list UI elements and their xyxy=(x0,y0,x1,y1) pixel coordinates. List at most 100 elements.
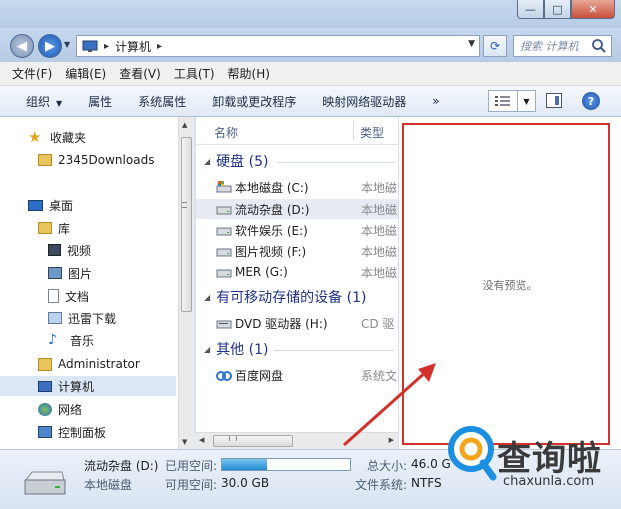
nav-libraries[interactable]: 库 xyxy=(38,218,70,238)
group-other[interactable]: ◢ 其他 (1) xyxy=(204,339,268,359)
group-removable[interactable]: ◢ 有可移动存储的设备 (1) xyxy=(204,287,366,307)
scrollbar-grip xyxy=(229,436,237,441)
forward-button[interactable]: ▶ xyxy=(38,34,62,58)
menu-help[interactable]: 帮助(H) xyxy=(228,65,270,82)
column-divider[interactable] xyxy=(353,121,354,141)
nav-administrator[interactable]: Administrator xyxy=(38,354,140,374)
nav-videos[interactable]: 视频 xyxy=(48,240,91,260)
scroll-down-icon[interactable]: ▼ xyxy=(182,438,187,446)
scrollbar-thumb[interactable] xyxy=(213,435,293,447)
change-view-button[interactable] xyxy=(488,90,518,112)
group-divider xyxy=(278,162,394,163)
menu-bar: 文件(F) 编辑(E) 查看(V) 工具(T) 帮助(H) xyxy=(0,62,621,86)
scroll-up-icon[interactable]: ▲ xyxy=(182,121,187,129)
folder-icon xyxy=(38,154,52,166)
organize-button[interactable]: 组织 ▼ xyxy=(26,93,62,110)
drive-type: 本地磁 xyxy=(361,202,398,217)
breadcrumb-computer[interactable]: 计算机 xyxy=(115,38,151,55)
drive-row-d[interactable]: 流动杂盘 (D:) 本地磁 xyxy=(196,199,399,219)
drive-row-h[interactable]: DVD 驱动器 (H:) CD 驱 xyxy=(196,313,399,333)
scrollbar-thumb[interactable] xyxy=(181,137,192,312)
group-divider xyxy=(274,350,394,351)
breadcrumb-chevron-icon[interactable]: ▸ xyxy=(104,41,109,52)
address-dropdown-icon[interactable]: ▼ xyxy=(468,39,475,49)
help-icon[interactable]: ? xyxy=(582,92,600,110)
address-field[interactable]: ▸ 计算机 ▸ ▼ xyxy=(76,35,480,57)
picture-icon xyxy=(48,267,62,279)
star-icon: ★ xyxy=(28,128,42,146)
nav-thunder[interactable]: 迅雷下载 xyxy=(48,308,116,328)
address-bar: ◀ ▶ ▼ ▸ 计算机 ▸ ▼ ⟳ 搜索 计算机 xyxy=(0,28,621,62)
collapse-icon[interactable]: ◢ xyxy=(204,293,210,302)
nav-computer[interactable]: 计算机 xyxy=(0,376,176,396)
nav-desktop[interactable]: 桌面 xyxy=(28,195,73,215)
drive-name: 流动杂盘 (D:) xyxy=(235,202,310,217)
search-icon[interactable] xyxy=(591,38,607,54)
refresh-button[interactable]: ⟳ xyxy=(483,35,507,57)
drive-row-f[interactable]: 图片视频 (F:) 本地磁 xyxy=(196,241,399,261)
computer-icon xyxy=(82,40,98,52)
nav-thunder-label: 迅雷下载 xyxy=(68,311,117,326)
drive-type: 本地磁 xyxy=(361,265,398,280)
drive-type: 本地磁 xyxy=(361,180,398,195)
details-view-icon xyxy=(495,96,510,106)
properties-button[interactable]: 属性 xyxy=(88,93,112,110)
annotation-arrow xyxy=(343,363,436,447)
menu-tools[interactable]: 工具(T) xyxy=(174,65,215,82)
drive-row-g[interactable]: MER (G:) 本地磁 xyxy=(196,262,399,282)
drive-row-e[interactable]: 软件娱乐 (E:) 本地磁 xyxy=(196,220,399,240)
view-dropdown-icon[interactable]: ▼ xyxy=(518,90,536,112)
menu-edit[interactable]: 编辑(E) xyxy=(65,65,106,82)
nav-libraries-label: 库 xyxy=(58,221,71,236)
search-logo-icon xyxy=(448,426,497,481)
menu-file[interactable]: 文件(F) xyxy=(12,65,52,82)
nav-pictures[interactable]: 图片 xyxy=(48,263,92,283)
scroll-left-icon[interactable]: ◀ xyxy=(199,436,204,444)
organize-label: 组织 xyxy=(26,94,51,109)
drive-type: 本地磁 xyxy=(361,223,398,238)
minimize-button[interactable]: — xyxy=(517,0,544,19)
download-folder-icon xyxy=(48,312,62,324)
hard-drive-icon xyxy=(24,471,66,495)
nav-desktop-label: 桌面 xyxy=(49,198,74,213)
scrollbar-grip xyxy=(182,202,187,208)
more-commands-button[interactable]: » xyxy=(432,94,439,108)
group-hard-drives[interactable]: ◢ 硬盘 (5) xyxy=(204,151,268,171)
command-bar: 组织 ▼ 属性 系统属性 卸载或更改程序 映射网络驱动器 » ▼ ? xyxy=(0,86,621,117)
drive-name: DVD 驱动器 (H:) xyxy=(235,316,328,331)
nav-music[interactable]: ♪ 音乐 xyxy=(48,330,94,350)
preview-pane-icon[interactable] xyxy=(546,93,562,108)
hard-drive-icon xyxy=(216,227,232,235)
nav-favorites-label: 收藏夹 xyxy=(50,130,87,145)
used-space-bar xyxy=(221,458,351,471)
collapse-icon[interactable]: ◢ xyxy=(204,157,210,166)
column-name[interactable]: 名称 xyxy=(214,124,238,141)
nav-computer-label: 计算机 xyxy=(58,379,95,394)
nav-favorites[interactable]: ★ 收藏夹 xyxy=(28,127,86,147)
collapse-icon[interactable]: ◢ xyxy=(204,345,210,354)
system-properties-button[interactable]: 系统属性 xyxy=(138,93,186,110)
back-button[interactable]: ◀ xyxy=(10,34,34,58)
free-space-value: 30.0 GB xyxy=(221,476,270,490)
recent-pages-dropdown[interactable]: ▼ xyxy=(64,40,70,49)
close-button[interactable]: ✕ xyxy=(571,0,615,19)
nav-documents-label: 文档 xyxy=(65,289,90,304)
nav-administrator-label: Administrator xyxy=(58,357,140,371)
nav-vertical-scrollbar[interactable]: ▲ ▼ xyxy=(178,117,194,449)
search-input[interactable]: 搜索 计算机 xyxy=(513,35,612,57)
menu-view[interactable]: 查看(V) xyxy=(119,65,161,82)
column-type[interactable]: 类型 xyxy=(360,124,384,141)
uninstall-button[interactable]: 卸载或更改程序 xyxy=(212,93,296,110)
nav-network[interactable]: 网络 xyxy=(38,399,82,419)
column-header: 名称 类型 xyxy=(196,117,399,145)
nav-documents[interactable]: 文档 xyxy=(48,286,89,306)
watermark: 查询啦 chaxunla.com xyxy=(441,417,621,509)
nav-downloads[interactable]: 2345Downloads xyxy=(38,150,154,170)
file-system-value: NTFS xyxy=(411,476,442,490)
maximize-button[interactable]: □ xyxy=(544,0,571,19)
drive-row-c[interactable]: 本地磁盘 (C:) 本地磁 xyxy=(196,177,399,197)
map-network-drive-button[interactable]: 映射网络驱动器 xyxy=(322,93,406,110)
breadcrumb-chevron-icon[interactable]: ▸ xyxy=(157,41,162,52)
nav-control-panel[interactable]: 控制面板 xyxy=(38,422,106,442)
video-icon xyxy=(48,244,61,256)
